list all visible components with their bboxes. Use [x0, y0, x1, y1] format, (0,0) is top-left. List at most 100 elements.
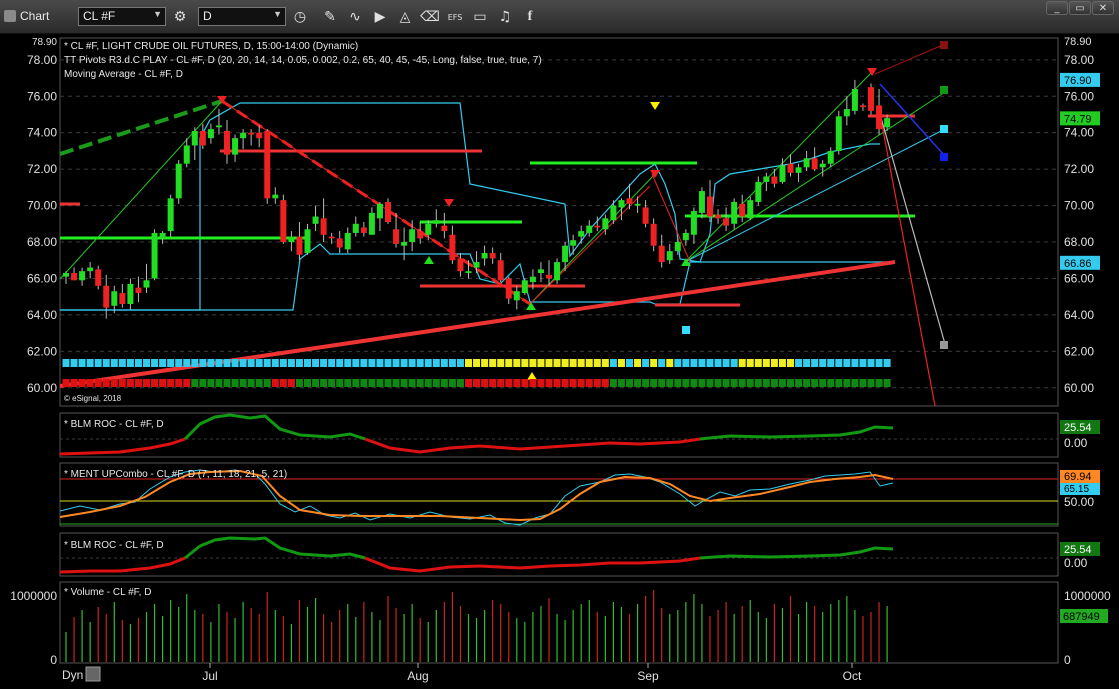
- candle-bull: [304, 229, 311, 253]
- signal-cell-bottom: [795, 379, 803, 387]
- candle-bull: [312, 216, 319, 224]
- eraser-icon[interactable]: ⌫: [420, 7, 440, 27]
- signal-cell-top: [682, 359, 690, 367]
- signal-cell-top: [432, 359, 440, 367]
- candle-bear: [771, 176, 778, 184]
- signal-cell-bottom: [448, 379, 456, 387]
- clock-icon[interactable]: ◷: [290, 7, 310, 27]
- axis-top-value: 78.90: [1064, 36, 1092, 48]
- minimize-button[interactable]: _: [1046, 1, 1068, 15]
- candle-bear: [707, 196, 713, 217]
- signal-cell-top: [416, 359, 424, 367]
- signal-cell-top: [215, 359, 223, 367]
- candle-bear: [739, 203, 746, 217]
- y-tick-label-left: 66.00: [27, 271, 57, 285]
- candle-bull: [634, 203, 641, 206]
- candle-bull: [674, 242, 681, 252]
- chart-window-title: Chart: [4, 9, 49, 23]
- signal-cell-top: [143, 359, 150, 367]
- signal-cell-top: [537, 359, 545, 367]
- twitter-icon[interactable]: ♫: [495, 7, 515, 27]
- y-tick-label-left: 76.00: [27, 89, 57, 103]
- signal-cell-bottom: [617, 379, 625, 387]
- signal-cell-top: [320, 359, 328, 367]
- candle-bull: [521, 280, 528, 294]
- line-tool-icon[interactable]: ∿: [345, 7, 365, 27]
- signal-cell-top: [424, 359, 432, 367]
- signal-cell-bottom: [376, 379, 384, 387]
- signal-cell-bottom: [151, 379, 159, 387]
- candle-bear: [811, 158, 818, 170]
- candle-bear: [876, 105, 883, 130]
- candle-bull: [159, 232, 166, 239]
- signal-cell-top: [770, 359, 778, 367]
- signal-cell-bottom: [432, 379, 440, 387]
- symbol-link-gear-icon[interactable]: ⚙: [170, 7, 190, 27]
- alert-icon[interactable]: ◬: [395, 7, 415, 27]
- signal-cell-bottom: [545, 379, 553, 387]
- signal-cell-bottom: [569, 379, 577, 387]
- play-icon[interactable]: ▶: [370, 7, 390, 27]
- volume-axis-top-left: 1000000: [10, 589, 57, 603]
- signal-cell-top: [456, 359, 464, 367]
- close-button[interactable]: ✕: [1092, 1, 1114, 15]
- signal-cell-bottom: [746, 379, 754, 387]
- candle-bull: [433, 220, 440, 224]
- signal-cell-top: [875, 359, 883, 367]
- dyn-label[interactable]: Dyn: [62, 668, 83, 682]
- candle-bull: [175, 163, 182, 199]
- candle-bull: [368, 212, 375, 235]
- y-tick-label-left: 74.00: [27, 126, 57, 140]
- efs-button[interactable]: EFS: [445, 7, 465, 27]
- maximize-button[interactable]: ▭: [1069, 1, 1091, 15]
- signal-cell-top: [223, 359, 231, 367]
- signal-cell-top: [883, 359, 891, 367]
- signal-cell-bottom: [642, 379, 650, 387]
- candle-bull: [827, 150, 834, 164]
- symbol-combo[interactable]: CL #F ▼: [78, 7, 166, 26]
- y-tick-label-left: 64.00: [27, 308, 57, 322]
- signal-cell-top: [497, 359, 505, 367]
- candle-bull: [401, 242, 408, 246]
- signal-cell-bottom: [698, 379, 706, 387]
- candle-bull: [554, 262, 561, 281]
- signal-cell-top: [70, 359, 78, 367]
- signal-cell-top: [698, 359, 706, 367]
- signal-cell-top: [851, 359, 859, 367]
- candle-bull: [690, 211, 697, 235]
- signal-cell-top: [730, 359, 738, 367]
- candle-bull: [795, 167, 802, 173]
- signal-cell-bottom: [328, 379, 336, 387]
- symbol-value: CL #F: [83, 9, 116, 23]
- candle-bull: [618, 200, 625, 208]
- candle-bear: [119, 293, 126, 304]
- signal-cell-top: [553, 359, 561, 367]
- signal-cell-top: [376, 359, 384, 367]
- signal-cell-top: [134, 359, 142, 367]
- signal-cell-top: [287, 359, 295, 367]
- magnet-icon[interactable]: [85, 666, 101, 682]
- signal-cell-bottom: [456, 379, 464, 387]
- signal-cell-bottom: [529, 379, 537, 387]
- roc1-label: * BLM ROC - CL #F, D: [64, 419, 164, 430]
- signal-cell-bottom: [819, 379, 827, 387]
- facebook-icon[interactable]: f: [520, 7, 540, 27]
- candle-bull: [79, 271, 86, 281]
- chat-icon[interactable]: ▭: [470, 7, 490, 27]
- signal-cell-bottom: [811, 379, 819, 387]
- candle-bear: [715, 214, 722, 219]
- signal-cell-bottom: [312, 379, 320, 387]
- signal-cell-bottom: [78, 379, 86, 387]
- signal-cell-bottom: [497, 379, 505, 387]
- candle-bull: [465, 271, 472, 274]
- candle-bull: [602, 218, 609, 230]
- interval-combo[interactable]: D ▼: [198, 7, 286, 26]
- signal-cell-bottom: [271, 379, 279, 387]
- signal-cell-top: [505, 359, 513, 367]
- signal-cell-bottom: [754, 379, 762, 387]
- candle-bull: [586, 225, 593, 233]
- candle-bull: [143, 280, 150, 288]
- signal-cell-top: [167, 359, 175, 367]
- pencil-icon[interactable]: ✎: [320, 7, 340, 27]
- price-info-line-2: TT Pivots R3.d.C PLAY - CL #F, D (20, 20…: [64, 55, 542, 66]
